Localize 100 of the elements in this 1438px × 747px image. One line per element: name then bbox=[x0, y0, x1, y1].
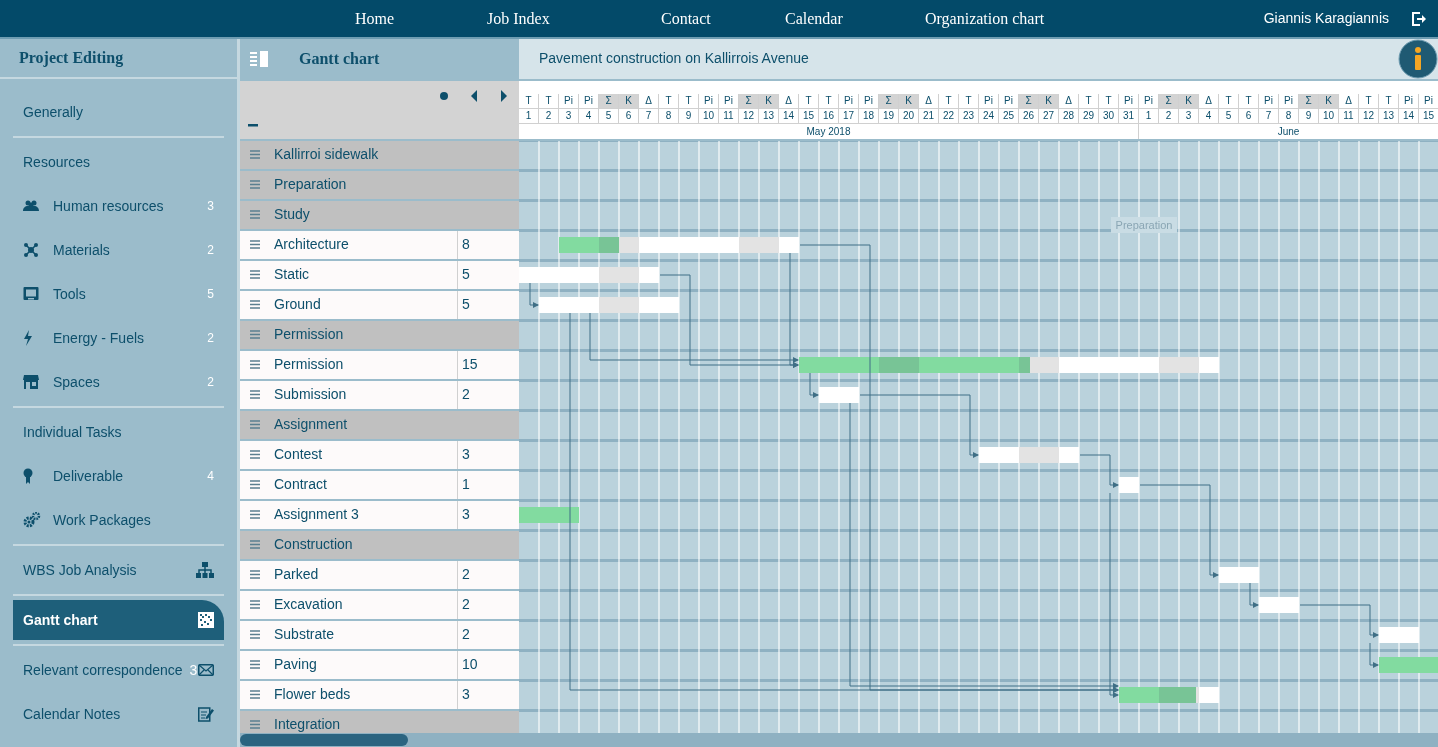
task-bar[interactable] bbox=[1119, 476, 1139, 493]
dot-icon[interactable] bbox=[439, 90, 449, 101]
duration-cell-text: 1 bbox=[462, 475, 470, 495]
right-arrow-icon[interactable] bbox=[499, 88, 509, 103]
weekday-cell: Pi bbox=[1419, 93, 1438, 109]
drag-handle-icon[interactable] bbox=[250, 360, 260, 370]
weekday-cell: T bbox=[799, 93, 819, 109]
monitor-icon bbox=[23, 286, 39, 302]
drag-handle-icon[interactable] bbox=[250, 630, 260, 640]
drag-handle-icon[interactable] bbox=[250, 180, 260, 190]
nav-link[interactable]: Organization chart bbox=[925, 6, 1045, 31]
drag-label: Preparation bbox=[1111, 216, 1177, 233]
drag-handle-icon[interactable] bbox=[250, 150, 260, 160]
count-label: 3 bbox=[189, 660, 198, 680]
task-name: Submission bbox=[274, 385, 348, 405]
task-bar[interactable] bbox=[1219, 566, 1259, 583]
weekday-cell: T bbox=[939, 93, 959, 109]
collapse-icon[interactable] bbox=[248, 122, 258, 127]
user-name[interactable]: Giannis Karagiannis bbox=[1263, 8, 1389, 29]
weekday-cell: Δ bbox=[1059, 93, 1079, 109]
task-bar[interactable] bbox=[1119, 686, 1219, 703]
weekday-cell: T bbox=[519, 93, 539, 109]
sidebar-item[interactable]: Gantt chart bbox=[13, 600, 224, 640]
task-name: Substrate bbox=[274, 625, 335, 645]
nav-link[interactable]: Home bbox=[355, 6, 395, 31]
task-bar[interactable] bbox=[1259, 596, 1299, 613]
weekday-cell: T bbox=[1379, 93, 1399, 109]
panel-icon[interactable] bbox=[250, 50, 268, 67]
drag-handle-icon[interactable] bbox=[250, 660, 260, 670]
info-icon[interactable] bbox=[1398, 39, 1438, 79]
sidebar-item[interactable]: Relevant correspondence 3 bbox=[13, 648, 224, 692]
logout-icon[interactable] bbox=[1411, 10, 1427, 27]
sidebar-item[interactable]: Materials 2 bbox=[13, 228, 224, 272]
sidebar-item[interactable]: Generally bbox=[13, 90, 224, 134]
task-name: Assignment 3 bbox=[274, 505, 360, 525]
task-name: Contract bbox=[274, 475, 328, 495]
nav-link[interactable]: Job Index bbox=[487, 6, 550, 31]
drag-handle-icon[interactable] bbox=[250, 720, 260, 730]
weekday-cell: K bbox=[1319, 93, 1339, 109]
sidebar-item[interactable]: Deliverable 4 bbox=[13, 454, 224, 498]
group-name: Study bbox=[274, 205, 310, 225]
sidebar-item[interactable]: Spaces 2 bbox=[13, 360, 224, 404]
drag-handle-icon[interactable] bbox=[250, 570, 260, 580]
count-label: 4 bbox=[207, 468, 214, 485]
panel-title: Gantt chart bbox=[299, 48, 380, 69]
drag-handle-icon[interactable] bbox=[250, 510, 260, 520]
sidebar-item[interactable]: Individual Tasks bbox=[13, 410, 224, 454]
duration-cell-text: 2 bbox=[462, 625, 470, 645]
task-bar[interactable] bbox=[1379, 626, 1419, 643]
task-bar[interactable] bbox=[519, 506, 579, 523]
task-name: Parked bbox=[274, 565, 320, 585]
task-bar[interactable] bbox=[979, 446, 1079, 463]
duration-cell-text: 3 bbox=[462, 505, 470, 525]
count-label: 3 bbox=[207, 198, 214, 215]
nav-link[interactable]: Calendar bbox=[785, 6, 843, 31]
drag-handle-icon[interactable] bbox=[250, 600, 260, 610]
weekday-cell: K bbox=[1039, 93, 1059, 109]
weekday-cell: Σ bbox=[1299, 93, 1319, 109]
task-bar[interactable] bbox=[819, 386, 859, 403]
group-name: Permission bbox=[274, 325, 344, 345]
sidebar-item[interactable]: Resources bbox=[13, 140, 224, 184]
weekday-cell: Δ bbox=[779, 93, 799, 109]
weekday-cell: Pi bbox=[559, 93, 579, 109]
drag-handle-icon[interactable] bbox=[250, 480, 260, 490]
weekday-cell: K bbox=[1179, 93, 1199, 109]
sidebar-item[interactable]: Calendar Notes bbox=[13, 692, 224, 736]
weekday-cell: Pi bbox=[1139, 93, 1159, 109]
drag-handle-icon[interactable] bbox=[250, 420, 260, 430]
drag-handle-icon[interactable] bbox=[250, 330, 260, 340]
month-label: May 2018 bbox=[519, 123, 1139, 139]
weekday-cell: T bbox=[679, 93, 699, 109]
sidebar-item[interactable]: Tools 5 bbox=[13, 272, 224, 316]
sidebar-item[interactable]: Energy - Fuels 2 bbox=[13, 316, 224, 360]
nav-link[interactable]: Contact bbox=[661, 6, 711, 31]
drag-handle-icon[interactable] bbox=[250, 540, 260, 550]
drag-handle-icon[interactable] bbox=[250, 240, 260, 250]
sidebar-item[interactable]: Work Packages bbox=[13, 498, 224, 542]
gears-icon bbox=[23, 512, 41, 528]
weekday-cell: T bbox=[819, 93, 839, 109]
drag-handle-icon[interactable] bbox=[250, 300, 260, 310]
weekday-cell: Pi bbox=[859, 93, 879, 109]
left-arrow-icon[interactable] bbox=[469, 88, 479, 103]
drag-handle-icon[interactable] bbox=[250, 450, 260, 460]
group-name: Preparation bbox=[274, 175, 347, 195]
sidebar-item[interactable]: WBS Job Analysis bbox=[13, 548, 224, 592]
task-name: Architecture bbox=[274, 235, 350, 255]
drag-handle-icon[interactable] bbox=[250, 390, 260, 400]
duration-cell-text: 2 bbox=[462, 595, 470, 615]
molecule-icon bbox=[23, 242, 39, 258]
weekday-cell: K bbox=[759, 93, 779, 109]
scrollbar-thumb[interactable] bbox=[240, 734, 408, 746]
drag-handle-icon[interactable] bbox=[250, 210, 260, 220]
weekday-cell: T bbox=[959, 93, 979, 109]
weekday-cell: T bbox=[1239, 93, 1259, 109]
sidebar-item[interactable]: Human resources 3 bbox=[13, 184, 224, 228]
ribbon-pin-icon bbox=[23, 468, 33, 484]
drag-handle-icon[interactable] bbox=[250, 270, 260, 280]
duration-cell-text: 3 bbox=[462, 685, 470, 705]
mail-icon bbox=[198, 664, 214, 676]
drag-handle-icon[interactable] bbox=[250, 690, 260, 700]
